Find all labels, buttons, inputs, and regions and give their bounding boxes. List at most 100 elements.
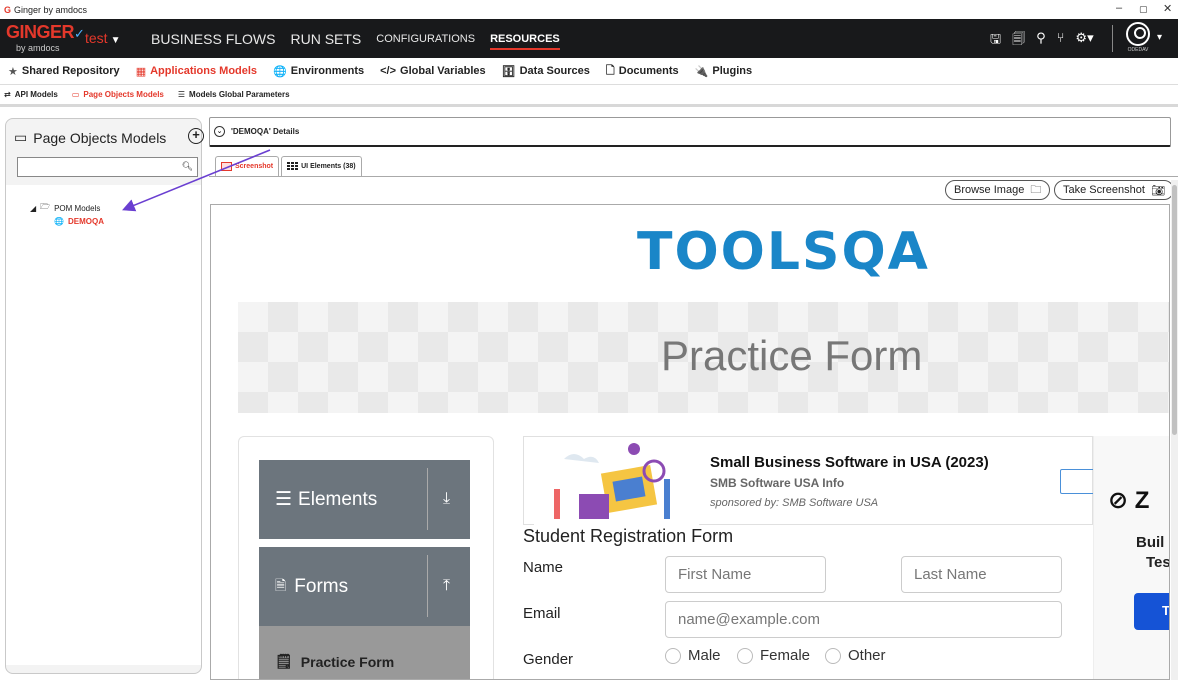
tab-label: API Models	[14, 90, 58, 99]
tree-node-pom-models[interactable]: ◢ 🗁 POM Models	[30, 201, 100, 215]
menu-elements[interactable]: ☰ Elements ⤓	[259, 460, 470, 539]
last-name-input[interactable]: Last Name	[901, 556, 1062, 593]
menu-forms[interactable]: 🗎 Forms ⤒	[259, 547, 470, 626]
side-ad[interactable]: ⊘ Z Buil Tes Tr	[1093, 436, 1169, 679]
name-label: Name	[523, 559, 564, 576]
grid-icon	[287, 162, 299, 171]
tab-plugins[interactable]: 🔌 Plugins	[695, 65, 752, 78]
tab-api-models[interactable]: ⇄ API Models	[4, 90, 58, 99]
search-input[interactable]: 🔍︎	[17, 157, 198, 177]
list-icon: ☰	[177, 90, 186, 99]
window-title: Ginger by amdocs	[14, 4, 88, 15]
email-label: Email	[523, 605, 561, 622]
details-tabs: Screenshot UI Elements (38)	[215, 156, 362, 176]
add-pom-button[interactable]: +	[188, 128, 204, 144]
tab-screenshot[interactable]: Screenshot	[215, 156, 280, 176]
tab-documents[interactable]: 🗋 Documents	[606, 62, 679, 81]
tab-label: Page Objects Models	[83, 90, 164, 99]
gender-label: Gender	[523, 651, 574, 668]
tab-shared-repository[interactable]: ★ Shared Repository	[8, 65, 120, 78]
user-menu[interactable]: ODEDAV	[1121, 22, 1155, 56]
ad-sponsor: sponsored by: SMB Software USA	[710, 497, 879, 509]
brand-name: GINGER	[6, 22, 75, 42]
user-name: ODEDAV	[1127, 47, 1149, 53]
vertical-scrollbar[interactable]	[1171, 180, 1178, 680]
window-icon: ▭	[71, 90, 80, 99]
main-nav: BUSINESS FLOWS RUN SETS CONFIGURATIONS R…	[151, 31, 575, 50]
tab-page-objects-models[interactable]: ▭ Page Objects Models	[72, 90, 164, 99]
pom-tree-panel: ▭ Page Objects Models + 🔍︎ ◢ 🗁 POM Model…	[5, 118, 204, 674]
grid-icon: ▦	[135, 65, 147, 78]
screenshot-viewer[interactable]: TOOLSQA Practice Form ☰ Elements ⤓ 🗎 For…	[210, 204, 1170, 680]
tab-applications-models[interactable]: ▦ Applications Models	[136, 65, 257, 78]
tab-label: Plugins	[712, 65, 753, 77]
plug-icon: 🔌	[694, 65, 709, 78]
ad-title: Small Business Software in USA (2023)	[710, 454, 989, 471]
tree-node-label: POM Models	[54, 203, 101, 213]
scrollbar-thumb[interactable]	[1172, 185, 1177, 435]
banner-title: Practice Form	[661, 332, 923, 379]
source-control-icon[interactable]: ⑂	[1057, 30, 1065, 52]
browse-image-button[interactable]: Browse Image 🗀	[945, 180, 1051, 200]
tab-environments[interactable]: 🌐 Environments	[273, 65, 364, 78]
nav-run-sets[interactable]: RUN SETS	[290, 31, 361, 50]
tab-ui-elements[interactable]: UI Elements (38)	[281, 156, 362, 176]
hamburger-icon: ☰	[275, 489, 293, 510]
models-sub-bar: ⇄ API Models ▭ Page Objects Models ☰ Models…	[0, 85, 1178, 107]
document-icon: 🗋	[605, 64, 615, 77]
nav-business-flows[interactable]: BUSINESS FLOWS	[151, 31, 275, 50]
save-icon[interactable]: 🖫	[990, 30, 1001, 52]
gear-icon[interactable]: ⚙▾	[1075, 30, 1093, 52]
tab-data-sources[interactable]: 🗄 Data Sources	[502, 65, 590, 78]
user-chevron-icon[interactable]: ▾	[1157, 32, 1162, 43]
minimize-button[interactable]: –	[1116, 2, 1122, 14]
email-input[interactable]: name@example.com	[665, 601, 1062, 638]
toolsqa-logo: TOOLSQA	[637, 222, 930, 282]
first-name-input[interactable]: First Name	[665, 556, 826, 593]
gender-male-radio[interactable]: Male	[665, 647, 721, 664]
search-icon[interactable]: ⚲	[1036, 30, 1046, 52]
nav-divider	[1112, 25, 1113, 52]
brand-sub: by amdocs	[16, 43, 60, 53]
project-selector[interactable]: test ▼	[85, 30, 120, 46]
close-button[interactable]: ✕	[1163, 2, 1172, 15]
folder-icon: 🗁	[40, 202, 51, 211]
chevron-down-icon: ▼	[110, 35, 121, 46]
nav-configurations[interactable]: CONFIGURATIONS	[376, 33, 475, 50]
sponsored-ad[interactable]: Small Business Software in USA (2023) SM…	[523, 436, 1100, 525]
download-arrow-icon: ⤓	[443, 490, 451, 507]
radio-circle	[665, 647, 681, 664]
panel-title: Page Objects Models	[33, 129, 167, 146]
globe-icon: 🌐	[54, 217, 64, 226]
top-navigation: GINGER✓ by amdocs test ▼ BUSINESS FLOWS R…	[0, 19, 1178, 58]
project-name: test	[85, 30, 108, 46]
gender-female-radio[interactable]: Female	[737, 647, 810, 664]
window-titlebar: G Ginger by amdocs	[0, 0, 1178, 19]
resources-bar: ★ Shared Repository ▦ Applications Models …	[0, 58, 1178, 85]
tab-label: Environments	[290, 65, 365, 77]
menu-divider	[427, 468, 428, 530]
gender-other-radio[interactable]: Other	[825, 647, 886, 664]
tab-label: UI Elements (38)	[301, 163, 356, 170]
collapse-chevron-icon[interactable]: ⌄	[214, 126, 225, 137]
maximize-button[interactable]: ▢	[1139, 4, 1148, 15]
details-header[interactable]: ⌄ 'DEMOQA' Details	[209, 117, 1171, 147]
tab-models-global-parameters[interactable]: ☰ Models Global Parameters	[178, 90, 290, 99]
tab-global-variables[interactable]: </> Global Variables	[380, 65, 486, 77]
side-ad-button[interactable]: Tr	[1134, 593, 1169, 630]
tab-label: Applications Models	[150, 65, 258, 77]
search-icon[interactable]: 🔍︎	[182, 161, 193, 172]
top-icons: 🖫 🗐 ⚲ ⑂ ⚙▾	[990, 30, 1094, 52]
tab-label: Documents	[618, 65, 679, 77]
tab-label: Shared Repository	[21, 65, 120, 77]
radio-circle	[825, 647, 841, 664]
menu-practice-form[interactable]: 🗒 Practice Form	[259, 626, 470, 679]
tree-node-demoqa[interactable]: 🌐 DEMOQA	[54, 217, 104, 226]
save-all-icon[interactable]: 🗐	[1012, 30, 1025, 52]
nav-resources[interactable]: RESOURCES	[490, 33, 560, 50]
logo-text: TOOLSQA	[637, 222, 930, 282]
collapse-icon[interactable]: ◢	[30, 204, 36, 213]
radio-label: Other	[848, 647, 886, 664]
take-screenshot-button[interactable]: Take Screenshot 📷︎	[1054, 180, 1174, 200]
tab-label: Screenshot	[235, 163, 274, 170]
